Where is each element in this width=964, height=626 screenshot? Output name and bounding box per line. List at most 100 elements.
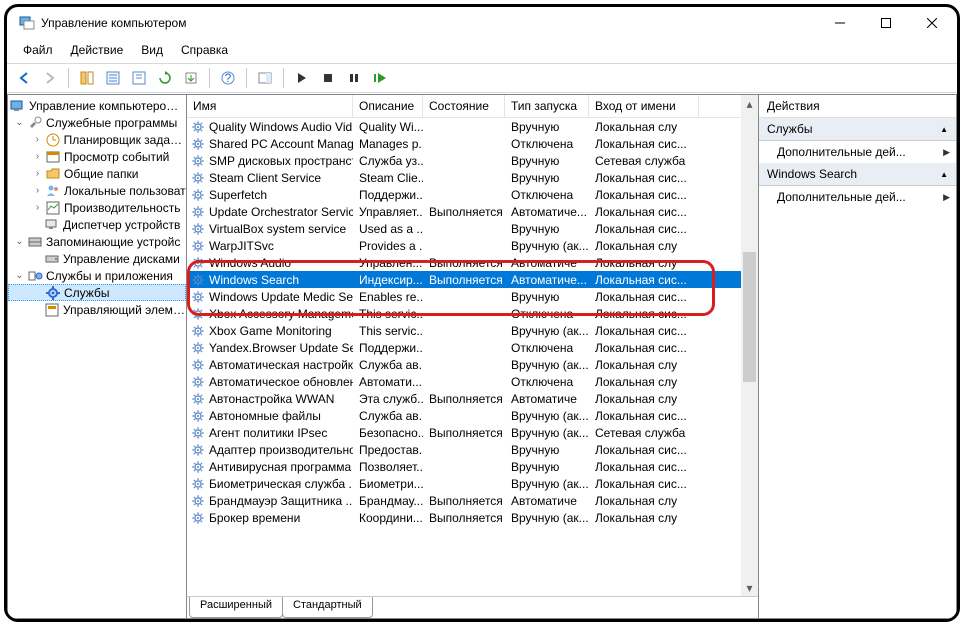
- tab-extended[interactable]: Расширенный: [189, 597, 283, 618]
- vertical-scrollbar[interactable]: ▴ ▾: [741, 95, 758, 596]
- menu-file[interactable]: Файл: [15, 41, 61, 59]
- expand-icon[interactable]: ›: [32, 151, 43, 162]
- scroll-up-button[interactable]: ▴: [741, 95, 758, 112]
- expand-icon[interactable]: ⌄: [14, 270, 25, 281]
- gear-icon: [191, 426, 205, 440]
- export-button[interactable]: [180, 67, 202, 89]
- list-wrap: Имя Описание Состояние Тип запуска Вход …: [187, 95, 758, 596]
- column-startup[interactable]: Тип запуска: [505, 95, 589, 117]
- service-startup: Отключена: [505, 188, 589, 202]
- tree-sharedfolders[interactable]: › Общие папки: [8, 165, 186, 182]
- service-row[interactable]: VirtualBox system serviceUsed as a ...Вр…: [187, 220, 741, 237]
- expand-icon[interactable]: ⌄: [14, 117, 25, 128]
- service-row[interactable]: Windows AudioУправлен...ВыполняетсяАвтом…: [187, 254, 741, 271]
- service-row[interactable]: Автонастройка WWANЭта служб...Выполняетс…: [187, 390, 741, 407]
- expand-icon[interactable]: ›: [32, 168, 43, 179]
- export-list-button[interactable]: [128, 67, 150, 89]
- column-logon[interactable]: Вход от имени: [589, 95, 699, 117]
- service-row[interactable]: Windows SearchИндексир...ВыполняетсяАвто…: [187, 271, 741, 288]
- tree-devmgr[interactable]: Диспетчер устройств: [8, 216, 186, 233]
- service-startup: Вручную: [505, 171, 589, 185]
- service-row[interactable]: SMP дисковых пространст...Служба уз...Вр…: [187, 152, 741, 169]
- tree-services[interactable]: Службы: [8, 284, 186, 301]
- scroll-track[interactable]: [741, 112, 758, 579]
- close-button[interactable]: [909, 8, 955, 38]
- service-row[interactable]: Quality Windows Audio Vid...Quality Wi..…: [187, 118, 741, 135]
- expand-icon[interactable]: ›: [32, 134, 43, 145]
- stop-button[interactable]: [317, 67, 339, 89]
- service-row[interactable]: Yandex.Browser Update Ser...Поддержи...О…: [187, 339, 741, 356]
- actions-section-windows-search[interactable]: Windows Search ▲: [759, 163, 956, 186]
- pause-button[interactable]: [343, 67, 365, 89]
- column-status[interactable]: Состояние: [423, 95, 505, 117]
- service-row[interactable]: Shared PC Account ManagerManages p...Отк…: [187, 135, 741, 152]
- menu-action[interactable]: Действие: [63, 41, 132, 59]
- scroll-down-button[interactable]: ▾: [741, 579, 758, 596]
- tree-root[interactable]: Управление компьютером (л: [8, 97, 186, 114]
- service-row[interactable]: Антивирусная программа ...Позволяет...Вр…: [187, 458, 741, 475]
- tree-eventviewer[interactable]: › Просмотр событий: [8, 148, 186, 165]
- service-row[interactable]: Агент политики IPsecБезопасно...Выполняе…: [187, 424, 741, 441]
- column-description[interactable]: Описание: [353, 95, 423, 117]
- actions-pane: Действия Службы ▲ Дополнительные дей... …: [759, 94, 957, 619]
- service-row[interactable]: Брокер времениКоордини...ВыполняетсяВруч…: [187, 509, 741, 526]
- service-name: WarpJITSvc: [209, 239, 274, 253]
- minimize-button[interactable]: [817, 8, 863, 38]
- app-window: Управление компьютером Файл Действие Вид…: [4, 4, 960, 622]
- tree-performance[interactable]: › Производительность: [8, 199, 186, 216]
- tree-localusers[interactable]: › Локальные пользоват: [8, 182, 186, 199]
- tree-wmi[interactable]: Управляющий элемен: [8, 301, 186, 318]
- tree-servicesapps[interactable]: ⌄ Службы и приложения: [8, 267, 186, 284]
- actions-more-1[interactable]: Дополнительные дей... ▶: [759, 141, 956, 163]
- service-name: Xbox Accessory Manageme...: [209, 307, 353, 321]
- service-row[interactable]: Автоматическая настройк...Служба ав...Вр…: [187, 356, 741, 373]
- service-logon: Локальная сис...: [589, 205, 699, 219]
- service-startup: Вручную (ак...: [505, 409, 589, 423]
- service-row[interactable]: Xbox Accessory Manageme...This servic...…: [187, 305, 741, 322]
- expand-icon[interactable]: ›: [32, 202, 43, 213]
- service-row[interactable]: Брандмауэр Защитника ...Брандмау...Выпол…: [187, 492, 741, 509]
- service-startup: Автоматиче: [505, 392, 589, 406]
- show-hide-tree-button[interactable]: [76, 67, 98, 89]
- help-button[interactable]: ?: [217, 67, 239, 89]
- play-button[interactable]: [291, 67, 313, 89]
- actions-section-services[interactable]: Службы ▲: [759, 118, 956, 141]
- service-row[interactable]: Автономные файлыСлужба ав...Вручную (ак.…: [187, 407, 741, 424]
- service-row[interactable]: Адаптер производительно...Предостав...Вр…: [187, 441, 741, 458]
- menu-help[interactable]: Справка: [173, 41, 236, 59]
- back-button[interactable]: [13, 67, 35, 89]
- scroll-thumb[interactable]: [743, 252, 756, 382]
- service-description: Enables re...: [353, 290, 423, 304]
- service-row[interactable]: Биометрическая служба ...Биометри...Вруч…: [187, 475, 741, 492]
- expand-icon[interactable]: ⌄: [14, 236, 25, 247]
- service-row[interactable]: WarpJITSvcProvides a ...Вручную (ак...Ло…: [187, 237, 741, 254]
- service-startup: Автоматиче: [505, 494, 589, 508]
- service-row[interactable]: Xbox Game MonitoringThis servic...Вручну…: [187, 322, 741, 339]
- service-row[interactable]: Steam Client ServiceSteam Clie...Вручную…: [187, 169, 741, 186]
- service-row[interactable]: SuperfetchПоддержи...ОтключенаЛокальная …: [187, 186, 741, 203]
- maximize-button[interactable]: [863, 8, 909, 38]
- column-name[interactable]: Имя: [187, 95, 353, 117]
- expand-icon[interactable]: ›: [32, 185, 43, 196]
- service-row[interactable]: Update Orchestrator ServiceУправляет...В…: [187, 203, 741, 220]
- restart-button[interactable]: [369, 67, 391, 89]
- actions-title: Действия: [759, 95, 956, 118]
- gear-icon: [191, 358, 205, 372]
- tab-standard[interactable]: Стандартный: [282, 597, 373, 618]
- service-row[interactable]: Автоматическое обновлен...Автомати...Отк…: [187, 373, 741, 390]
- service-description: Позволяет...: [353, 460, 423, 474]
- menu-view[interactable]: Вид: [133, 41, 171, 59]
- refresh-button[interactable]: [154, 67, 176, 89]
- forward-button[interactable]: [39, 67, 61, 89]
- actions-more-2[interactable]: Дополнительные дей... ▶: [759, 186, 956, 208]
- service-row[interactable]: Windows Update Medic Ser...Enables re...…: [187, 288, 741, 305]
- tree-storage[interactable]: ⌄ Запоминающие устройс: [8, 233, 186, 250]
- tree-utilities[interactable]: ⌄ Служебные программы: [8, 114, 186, 131]
- gear-icon: [191, 409, 205, 423]
- properties-button[interactable]: [102, 67, 124, 89]
- tree-scheduler[interactable]: › Планировщик заданий: [8, 131, 186, 148]
- service-logon: Сетевая служба: [589, 426, 699, 440]
- show-hide-action-button[interactable]: [254, 67, 276, 89]
- service-description: Координи...: [353, 511, 423, 525]
- tree-diskmgr[interactable]: Управление дисками: [8, 250, 186, 267]
